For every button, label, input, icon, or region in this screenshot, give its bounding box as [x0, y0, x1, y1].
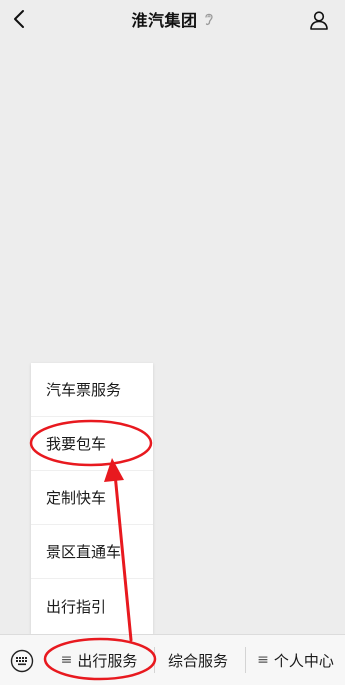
menu-lines-icon: ≡ — [60, 652, 73, 668]
tab-label: 综合服务 — [167, 651, 228, 670]
menu-item-label: 景区直通车 — [46, 543, 122, 561]
menu-item-charter[interactable]: 我要包车 — [31, 417, 153, 471]
tab-general-services[interactable]: 综合服务 — [154, 635, 242, 685]
keyboard-toggle-button[interactable] — [10, 649, 34, 673]
ear-icon — [204, 12, 214, 26]
service-submenu: 汽车票服务 我要包车 定制快车 景区直通车 出行指引 — [31, 363, 153, 634]
tab-label: 个人中心 — [273, 651, 334, 670]
menu-lines-icon: ≡ — [257, 652, 269, 668]
menu-item-label: 汽车票服务 — [46, 381, 122, 399]
title-group: 淮汽集团 — [0, 8, 345, 30]
menu-item-label: 出行指引 — [46, 597, 107, 616]
person-icon — [310, 11, 328, 30]
menu-item-express[interactable]: 定制快车 — [31, 471, 153, 525]
keyboard-icon — [10, 649, 34, 673]
page-title: 淮汽集团 — [131, 11, 198, 30]
menu-item-bus-ticket[interactable]: 汽车票服务 — [31, 363, 153, 417]
top-nav-bar: 淮汽集团 — [0, 0, 345, 38]
bottom-menu-bar: ≡ 出行服务 综合服务 ≡ 个人中心 — [0, 634, 345, 685]
tab-personal-center[interactable]: ≡ 个人中心 — [246, 635, 345, 685]
menu-item-label: 我要包车 — [46, 435, 107, 453]
menu-item-scenic-shuttle[interactable]: 景区直通车 — [31, 525, 153, 579]
menu-item-label: 定制快车 — [46, 489, 107, 507]
menu-item-travel-guide[interactable]: 出行指引 — [31, 579, 153, 633]
tab-label: 出行服务 — [77, 651, 138, 670]
tab-travel-services[interactable]: ≡ 出行服务 — [44, 635, 154, 685]
profile-button[interactable] — [307, 8, 331, 32]
